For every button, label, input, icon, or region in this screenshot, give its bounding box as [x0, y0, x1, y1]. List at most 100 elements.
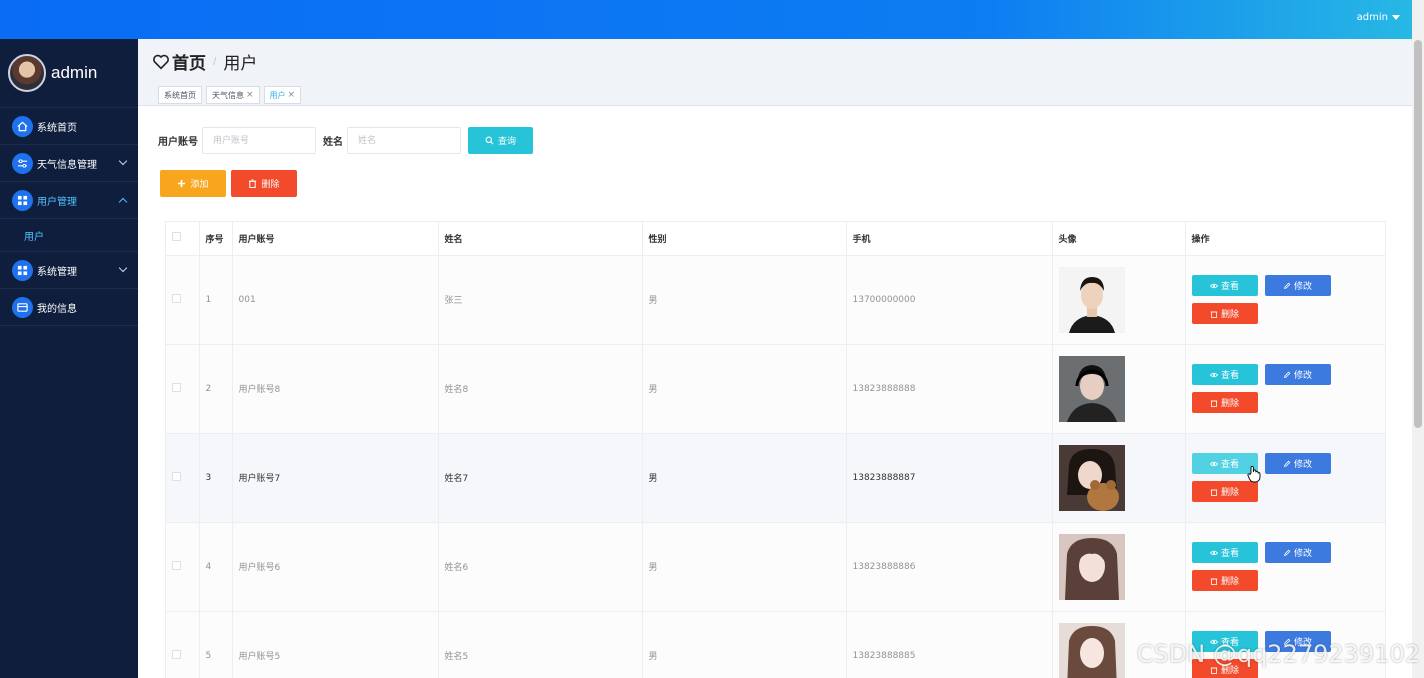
name-input[interactable] — [347, 127, 461, 154]
sidebar-item-label: 我的信息 — [37, 303, 77, 315]
edit-button[interactable]: 修改 — [1264, 453, 1331, 474]
cell-phone: 13823888886 — [846, 522, 1053, 612]
sidebar-item-label: 用户管理 — [37, 196, 77, 208]
scrollbar-thumb[interactable] — [1414, 40, 1422, 428]
delete-label: 删除 — [1220, 577, 1239, 587]
view-button[interactable]: 查看 — [1191, 275, 1258, 296]
breadcrumb-home[interactable]: 首页 — [172, 49, 206, 74]
brand-name: admin — [51, 63, 98, 82]
view-button[interactable]: 查看 — [1191, 364, 1258, 385]
row-checkbox[interactable] — [172, 560, 181, 570]
tag-home[interactable]: 系统首页 — [158, 86, 202, 104]
page-scrollbar[interactable] — [1412, 0, 1424, 678]
main-content: 首页 / 用户 系统首页 天气信息 × 用户 × 用户账号 姓名 查询 — [138, 39, 1412, 678]
view-label: 查看 — [1220, 371, 1239, 381]
batch-delete-button[interactable]: 删除 — [231, 170, 297, 197]
tag-user[interactable]: 用户 × — [263, 86, 302, 104]
cell-index: 4 — [199, 522, 233, 612]
edit-icon — [1284, 371, 1291, 378]
view-label: 查看 — [1220, 549, 1239, 559]
sidebar-subitem-user[interactable]: 用户 — [0, 219, 138, 252]
breadcrumb-separator: / — [213, 56, 217, 67]
cell-gender: 男 — [642, 255, 847, 345]
view-label: 查看 — [1220, 282, 1239, 292]
home-icon — [12, 115, 33, 137]
row-checkbox[interactable] — [172, 649, 181, 659]
cell-index: 2 — [199, 344, 233, 434]
sidebar-item-label: 天气信息管理 — [37, 159, 97, 171]
close-icon[interactable]: × — [288, 90, 296, 100]
cell-phone: 13823888885 — [846, 611, 1053, 678]
trash-icon — [1210, 489, 1218, 496]
breadcrumb-current: 用户 — [223, 54, 258, 74]
row-checkbox[interactable] — [172, 382, 181, 392]
edit-button[interactable]: 修改 — [1264, 364, 1331, 385]
cell-name: 姓名7 — [438, 433, 643, 523]
sidebar-item-home[interactable]: 系统首页 — [0, 108, 138, 145]
column-header: 序号 — [199, 222, 233, 256]
edit-button[interactable]: 修改 — [1264, 275, 1331, 296]
select-all-checkbox[interactable] — [172, 232, 181, 242]
sidebar-item-weather[interactable]: 天气信息管理 — [0, 145, 138, 182]
user-avatar — [1058, 533, 1125, 600]
delete-label: 删除 — [1220, 399, 1239, 409]
sliders-icon — [12, 152, 33, 174]
grid-icon — [12, 259, 33, 281]
cell-phone: 13700000000 — [846, 255, 1053, 345]
column-header: 姓名 — [438, 222, 643, 256]
trash-icon — [249, 179, 257, 188]
cell-operations: 查看 修改 删除 — [1185, 255, 1385, 345]
cell-operations: 查看 修改 删除 — [1185, 522, 1385, 612]
delete-button[interactable]: 删除 — [1191, 392, 1258, 413]
cell-account: 用户账号5 — [232, 611, 439, 678]
edit-button[interactable]: 修改 — [1264, 542, 1331, 563]
eye-icon — [1209, 283, 1218, 288]
user-avatar — [1058, 444, 1125, 511]
tag-weather[interactable]: 天气信息 × — [206, 86, 260, 104]
cell-index: 5 — [199, 611, 233, 678]
column-header: 手机 — [846, 222, 1053, 256]
sidebar-item-profile[interactable]: 我的信息 — [0, 289, 138, 326]
account-input[interactable] — [202, 127, 316, 154]
cell-account: 用户账号8 — [232, 344, 439, 434]
edit-label: 修改 — [1293, 460, 1312, 470]
page-header: 首页 / 用户 系统首页 天气信息 × 用户 × — [138, 39, 1412, 106]
user-menu-label: admin — [1356, 12, 1388, 23]
close-icon[interactable]: × — [246, 90, 254, 100]
cell-account: 用户账号7 — [232, 433, 439, 523]
cell-name: 姓名5 — [438, 611, 643, 678]
cell-name: 姓名6 — [438, 522, 643, 612]
delete-button[interactable]: 删除 — [1191, 481, 1258, 502]
row-checkbox[interactable] — [172, 471, 181, 481]
account-label: 用户账号 — [158, 137, 198, 148]
sidebar-item-system[interactable]: 系统管理 — [0, 252, 138, 289]
column-header: 用户账号 — [232, 222, 439, 256]
breadcrumb: 首页 / 用户 — [152, 49, 257, 74]
view-button[interactable]: 查看 — [1191, 542, 1258, 563]
tags-view: 系统首页 天气信息 × 用户 × — [158, 86, 302, 104]
sidebar-item-users[interactable]: 用户管理 — [0, 182, 138, 219]
trash-icon — [1210, 578, 1218, 585]
query-button[interactable]: 查询 — [468, 127, 533, 154]
cell-name: 张三 — [438, 255, 643, 345]
cell-account: 001 — [232, 255, 439, 345]
cell-avatar — [1052, 522, 1186, 612]
column-header: 操作 — [1185, 222, 1385, 256]
eye-icon — [1209, 461, 1218, 466]
chevron-down-icon — [118, 263, 128, 273]
edit-icon — [1284, 282, 1291, 289]
action-bar: 添加 删除 — [160, 170, 297, 197]
cell-account: 用户账号6 — [232, 522, 439, 612]
user-avatar — [1058, 355, 1125, 422]
user-menu[interactable]: admin — [1357, 12, 1400, 23]
delete-button[interactable]: 删除 — [1191, 570, 1258, 591]
tag-label: 用户 — [269, 90, 286, 100]
row-checkbox[interactable] — [172, 293, 181, 303]
cell-phone: 13823888887 — [846, 433, 1053, 523]
cell-index: 1 — [199, 255, 233, 345]
delete-button[interactable]: 删除 — [1191, 303, 1258, 324]
cell-phone: 13823888888 — [846, 344, 1053, 434]
search-icon — [485, 136, 494, 145]
add-button[interactable]: 添加 — [160, 170, 226, 197]
user-avatar — [1058, 266, 1125, 333]
